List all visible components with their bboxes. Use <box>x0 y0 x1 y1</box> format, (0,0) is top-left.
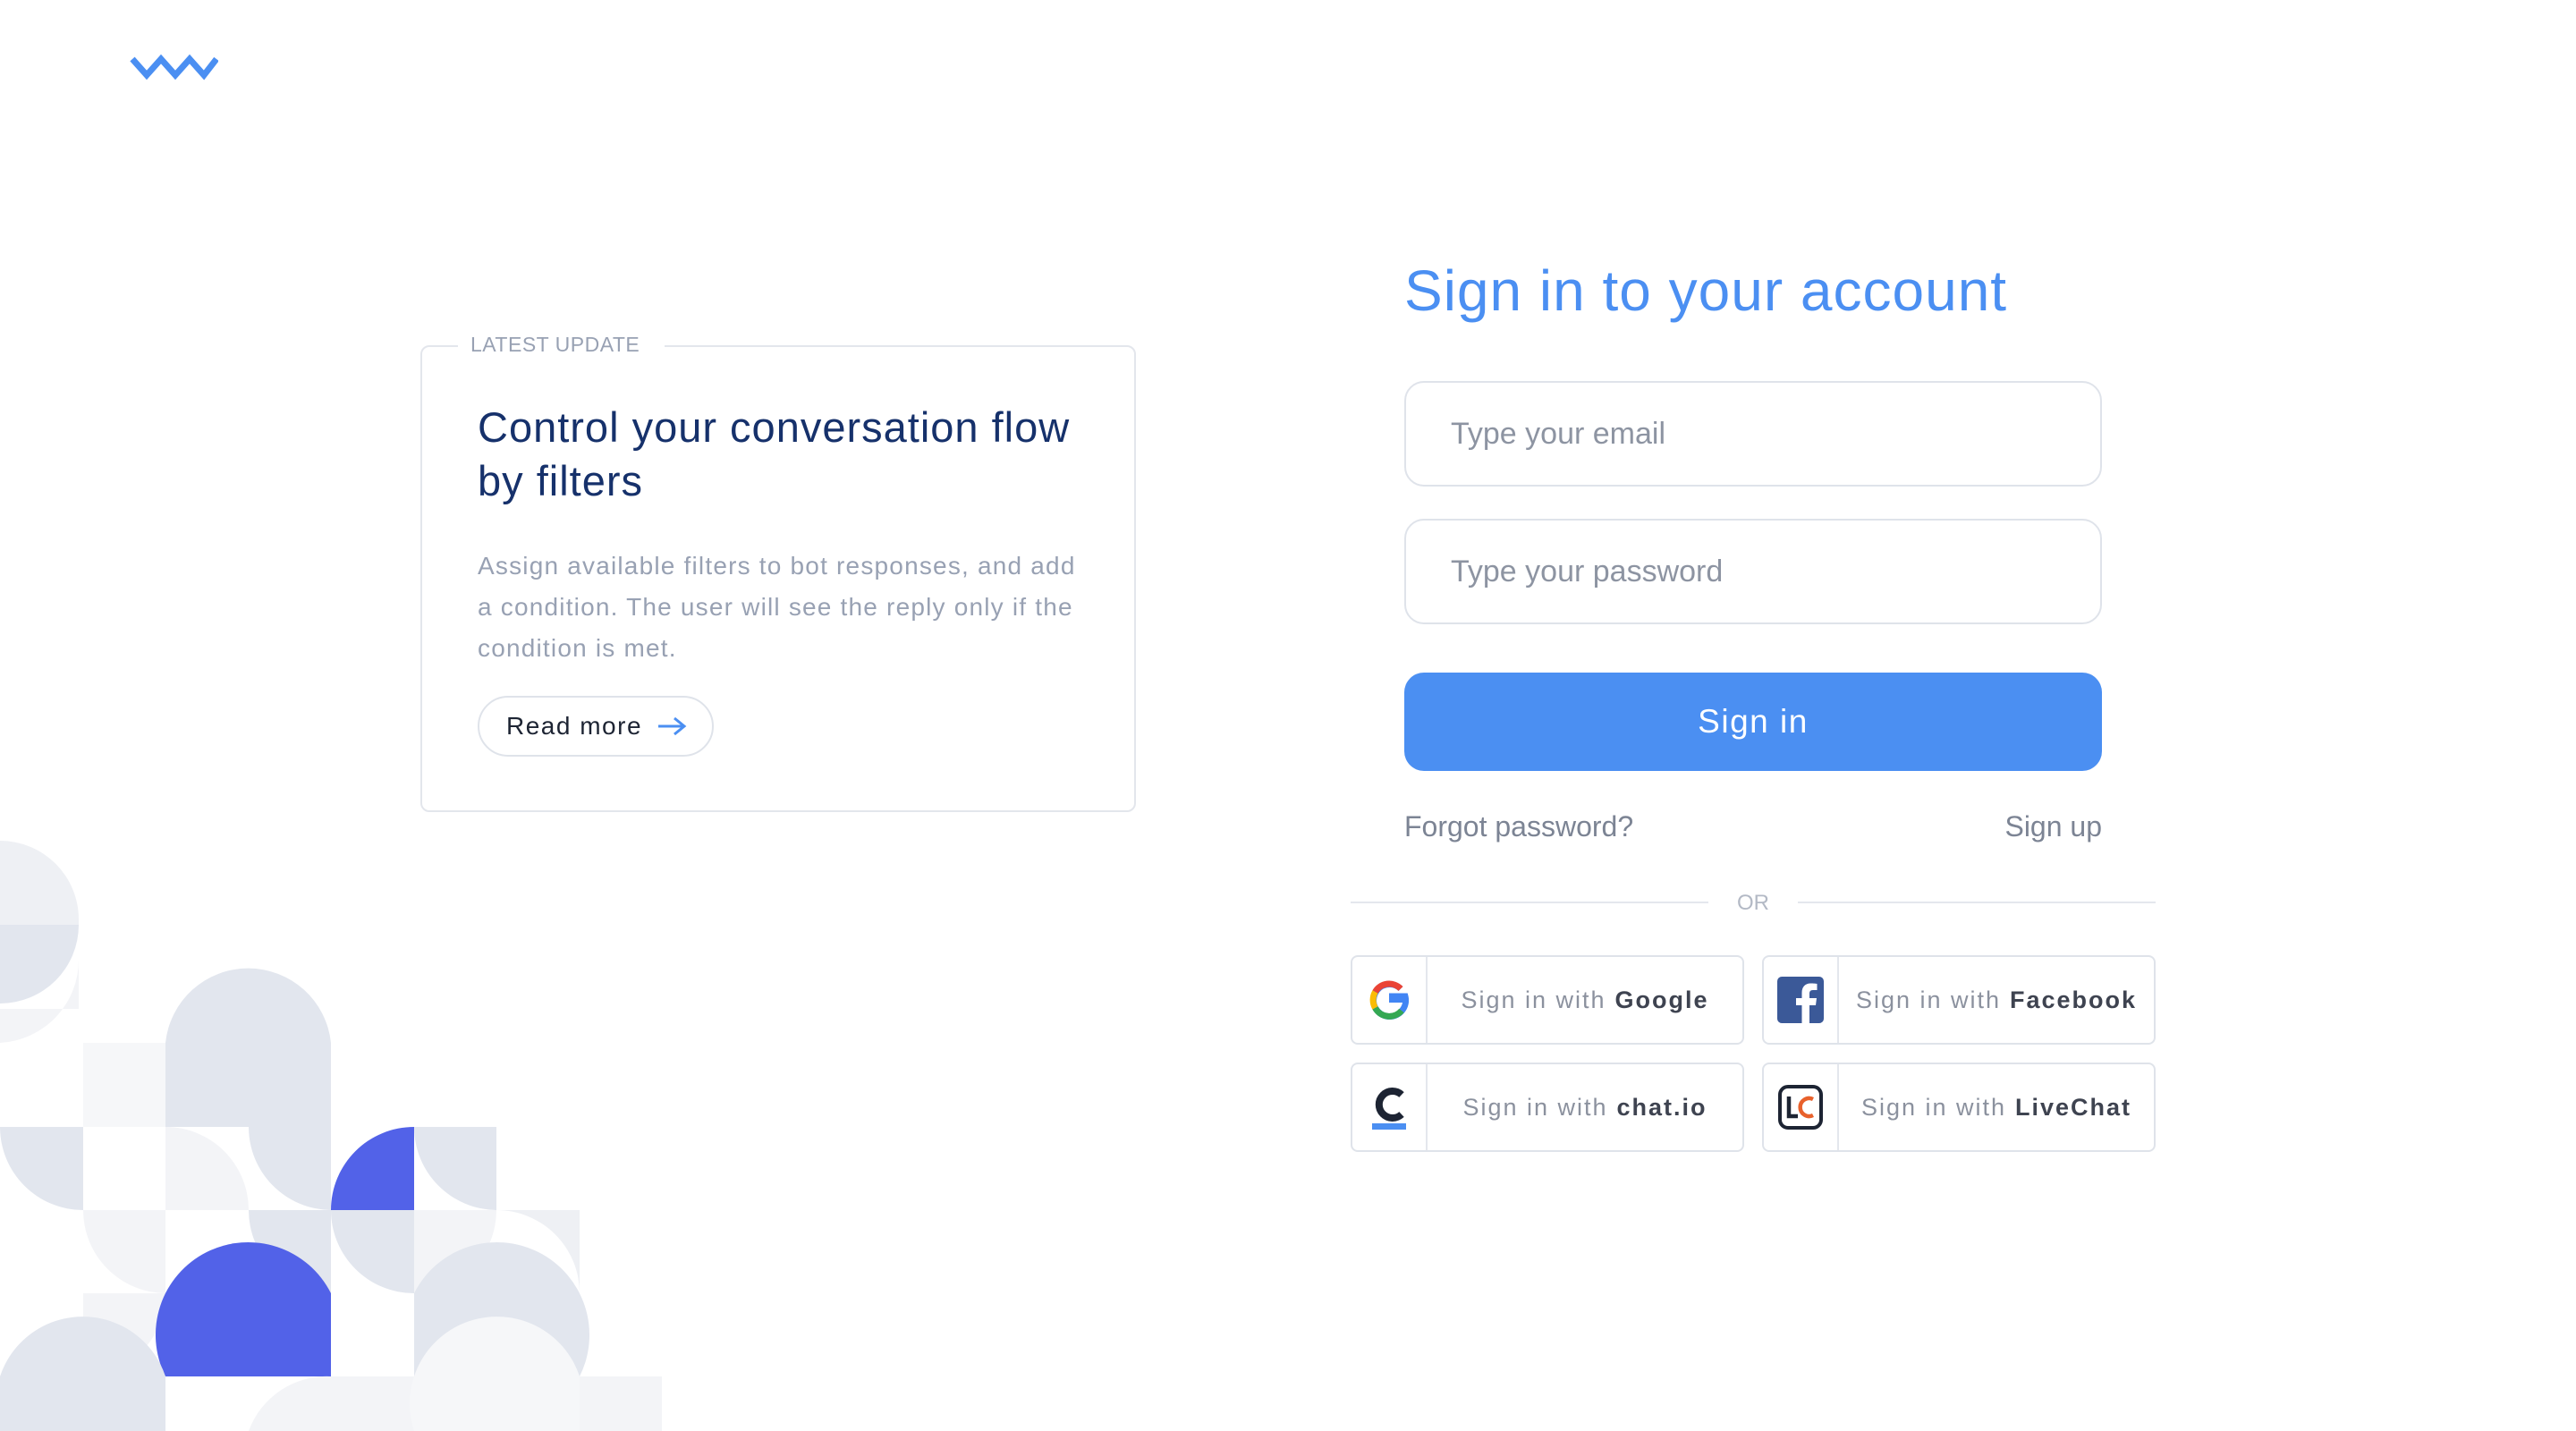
forgot-password-link[interactable]: Forgot password? <box>1404 810 1633 843</box>
card-description: Assign available filters to bot response… <box>478 552 1076 662</box>
social-prefix: Sign in with <box>1860 1093 2007 1121</box>
arrow-right-icon <box>658 716 687 736</box>
social-provider: Facebook <box>2010 986 2138 1013</box>
social-prefix: Sign in with <box>1855 986 2002 1013</box>
read-more-label: Read more <box>506 712 643 740</box>
facebook-icon <box>1777 977 1824 1023</box>
sign-in-button[interactable]: Sign in <box>1404 673 2102 771</box>
social-prefix: Sign in with <box>1461 986 1606 1013</box>
sign-up-link[interactable]: Sign up <box>2004 810 2102 843</box>
chatio-icon <box>1372 1088 1406 1130</box>
google-icon <box>1369 980 1409 1020</box>
zigzag-logo-icon[interactable] <box>129 50 218 82</box>
card-tag: LATEST UPDATE <box>458 333 665 357</box>
social-provider: LiveChat <box>2015 1093 2132 1121</box>
chatio-sign-in-button[interactable]: Sign in with chat.io <box>1351 1063 1744 1152</box>
latest-update-card: LATEST UPDATE Control your conversation … <box>420 333 1136 812</box>
card-title: Control your conversation flow by filter… <box>478 403 1071 504</box>
livechat-icon <box>1778 1085 1823 1130</box>
divider-right <box>1798 902 2156 903</box>
read-more-button[interactable]: Read more <box>478 696 714 757</box>
password-input[interactable] <box>1404 519 2102 624</box>
or-separator: OR <box>1737 891 1769 915</box>
social-provider: chat.io <box>1616 1093 1707 1121</box>
social-prefix: Sign in with <box>1462 1093 1608 1121</box>
divider-left <box>1351 902 1708 903</box>
social-provider: Google <box>1614 986 1709 1013</box>
email-input[interactable] <box>1404 381 2102 487</box>
decorative-pattern <box>0 841 662 1431</box>
google-sign-in-button[interactable]: Sign in with Google <box>1351 955 1744 1045</box>
facebook-sign-in-button[interactable]: Sign in with Facebook <box>1762 955 2156 1045</box>
livechat-sign-in-button[interactable]: Sign in with LiveChat <box>1762 1063 2156 1152</box>
page-title: Sign in to your account <box>1404 258 2008 323</box>
